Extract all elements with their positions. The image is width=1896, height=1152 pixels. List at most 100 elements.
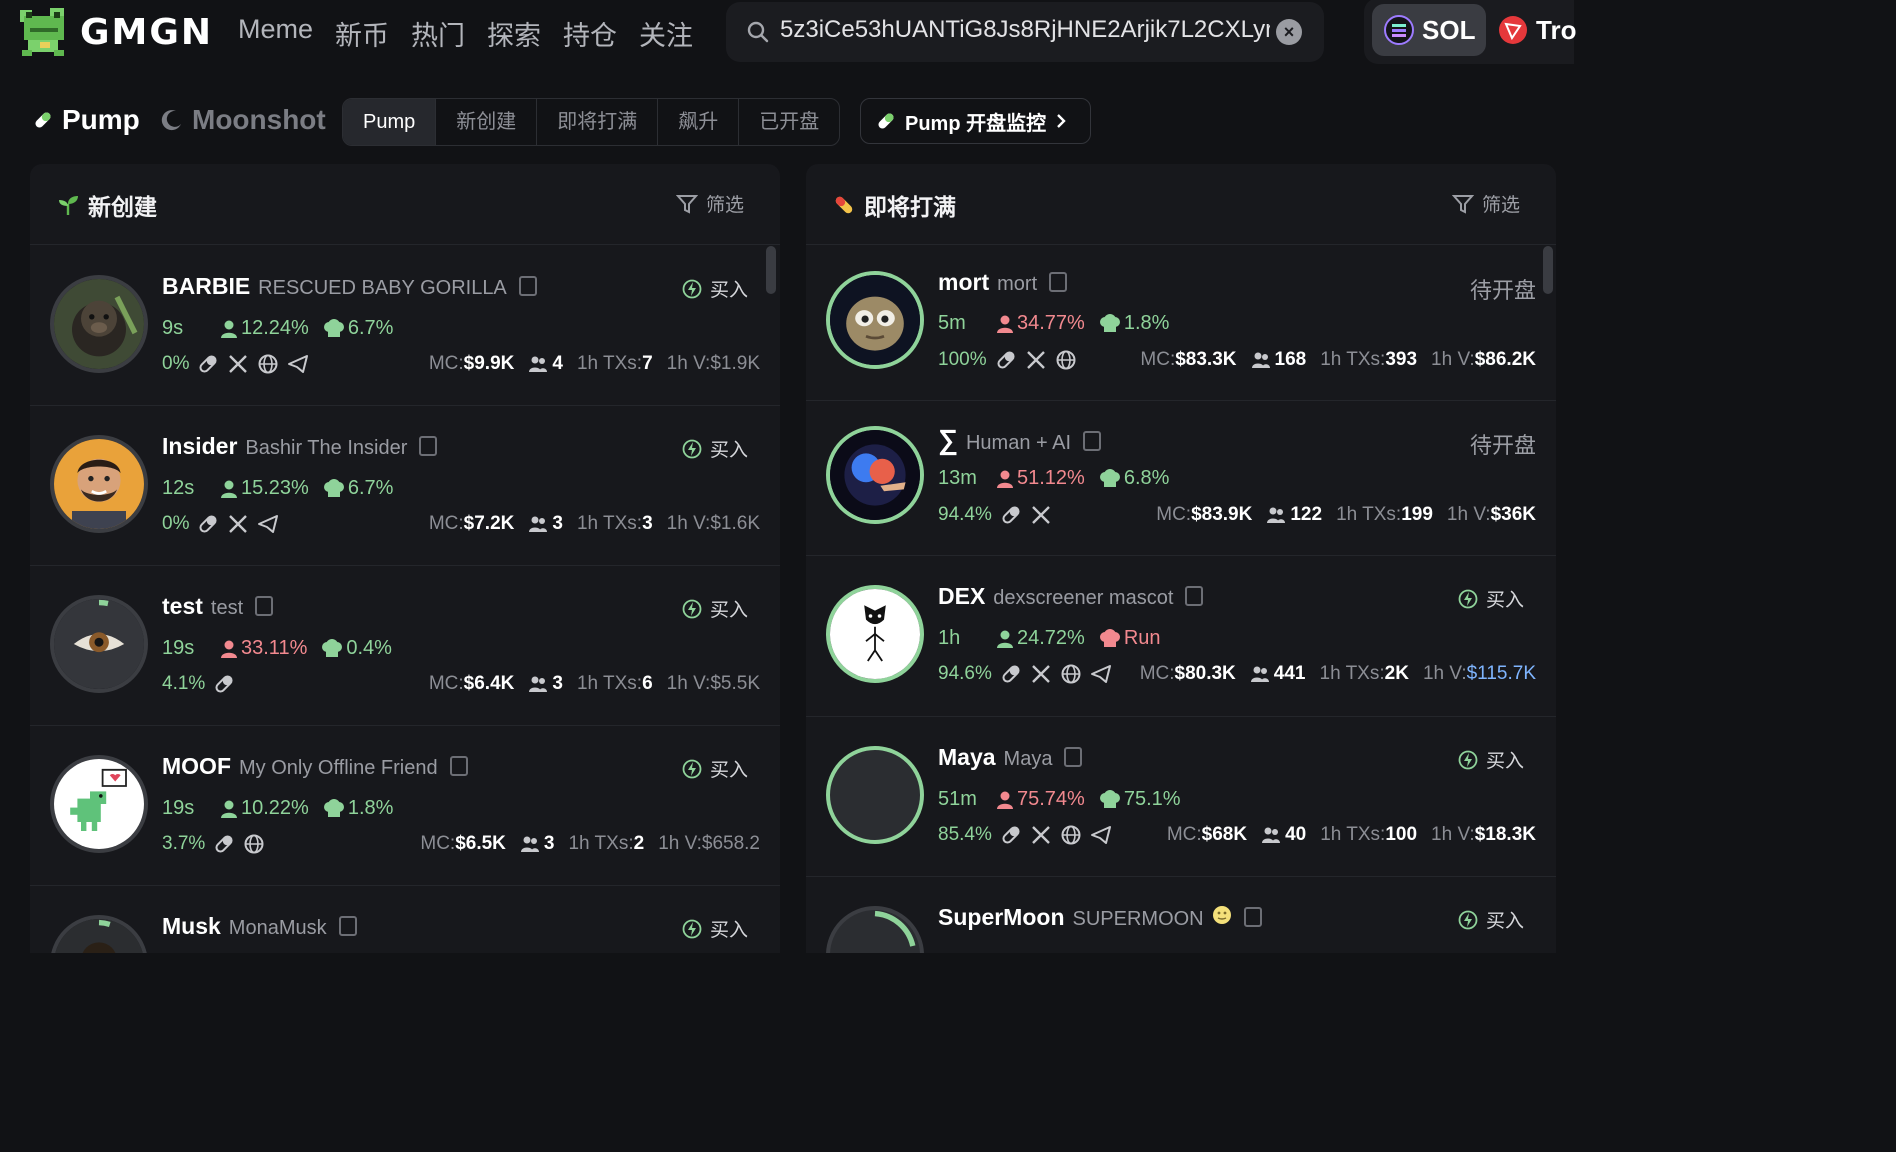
nav-meme[interactable]: Meme: [238, 14, 313, 53]
buy-button[interactable]: 买入: [682, 595, 748, 622]
x-twitter-icon[interactable]: [1030, 663, 1052, 685]
pump-link-icon[interactable]: [213, 673, 235, 695]
token-row[interactable]: Musk MonaMusk 买入: [30, 885, 780, 953]
telegram-icon[interactable]: [1090, 824, 1112, 846]
clear-search-icon[interactable]: ×: [1276, 19, 1302, 45]
buy-button[interactable]: 买入: [682, 755, 748, 782]
chain-sol-label: SOL: [1422, 14, 1476, 45]
website-globe-icon[interactable]: [1060, 663, 1082, 685]
website-globe-icon[interactable]: [1055, 349, 1077, 371]
buy-button[interactable]: 买入: [1458, 906, 1524, 933]
telegram-icon[interactable]: [257, 513, 279, 535]
buy-button[interactable]: 买入: [682, 435, 748, 462]
copy-icon[interactable]: [1243, 907, 1262, 927]
dev-pct: 6.8%: [1123, 467, 1170, 489]
x-twitter-icon[interactable]: [227, 513, 249, 535]
copy-icon[interactable]: [1083, 431, 1102, 451]
mc-value: $6.5K: [455, 833, 506, 854]
website-globe-icon[interactable]: [243, 833, 265, 855]
pump-link-icon[interactable]: [197, 513, 219, 535]
token-name: My Only Offline Friend: [239, 757, 438, 779]
token-row[interactable]: SuperMoon SUPERMOON 买入: [806, 876, 1556, 953]
token-avatar: [826, 271, 924, 369]
pump-link-icon[interactable]: [1000, 504, 1022, 526]
pump-link-icon[interactable]: [1000, 663, 1022, 685]
chain-tron-button[interactable]: Tro: [1498, 4, 1576, 56]
token-row[interactable]: Insider Bashir The Insider 买入 12s 15.23%…: [30, 405, 780, 566]
chef-hat-icon: [1099, 628, 1120, 647]
market-cap: MC:$6.5K: [420, 833, 506, 855]
launch-monitor-button[interactable]: Pump 开盘监控: [860, 98, 1092, 144]
token-title: MOOF My Only Offline Friend: [162, 753, 468, 780]
holders-count: 168: [1251, 349, 1306, 371]
gmgn-logo[interactable]: GMGN: [16, 6, 213, 58]
buy-button[interactable]: 买入: [1458, 585, 1524, 612]
top-holders-stat: 15.23%: [220, 477, 309, 500]
buy-button[interactable]: 买入: [682, 915, 748, 942]
copy-icon[interactable]: [1185, 586, 1204, 606]
dev-pct: 6.7%: [347, 317, 394, 339]
token-symbol: MOOF: [162, 753, 231, 779]
user-icon: [221, 480, 237, 498]
top-holders-pct: 75.74%: [1017, 788, 1085, 810]
telegram-icon[interactable]: [287, 353, 309, 375]
copy-icon[interactable]: [449, 756, 468, 776]
platform-tab-pump[interactable]: Pump: [32, 104, 140, 136]
pump-link-icon[interactable]: [1000, 824, 1022, 846]
search-box[interactable]: 5z3iCe53hUANTiG8Js8RjHNE2Arjik7L2CXLyr2 …: [726, 2, 1324, 62]
buy-button[interactable]: 买入: [682, 275, 748, 302]
platform-tab-moonshot[interactable]: Moonshot: [160, 104, 326, 136]
copy-icon[interactable]: [1064, 747, 1083, 767]
chain-sol-button[interactable]: SOL: [1372, 4, 1486, 56]
search-icon: [747, 21, 769, 43]
copy-icon[interactable]: [419, 436, 438, 456]
nav-trending[interactable]: 热门: [411, 14, 465, 53]
top-holders-pct: 24.72%: [1017, 627, 1085, 649]
token-symbol: DEX: [938, 583, 986, 609]
token-symbol: SuperMoon: [938, 904, 1065, 930]
x-twitter-icon[interactable]: [1025, 349, 1047, 371]
website-globe-icon[interactable]: [257, 353, 279, 375]
x-twitter-icon[interactable]: [1030, 504, 1052, 526]
token-row[interactable]: ∑ Human + AI 待开盘 13m 51.12% 6.8% 94.4% M…: [806, 400, 1556, 556]
nav-holdings[interactable]: 持仓: [563, 14, 617, 53]
tab-new-created[interactable]: 新创建: [435, 99, 536, 145]
filter-button[interactable]: 筛选: [675, 190, 744, 217]
tab-about-to-fill[interactable]: 即将打满: [536, 99, 657, 145]
website-globe-icon[interactable]: [1060, 824, 1082, 846]
token-age: 51m: [938, 788, 977, 810]
copy-icon[interactable]: [1049, 272, 1068, 292]
top-holders-stat: 12.24%: [220, 317, 309, 340]
mc-label: MC:: [428, 353, 464, 374]
nav-new-coins[interactable]: 新币: [335, 14, 389, 53]
tab-launched[interactable]: 已开盘: [738, 99, 839, 145]
user-icon: [997, 470, 1013, 488]
pump-link-icon[interactable]: [213, 833, 235, 855]
pump-link-icon[interactable]: [197, 353, 219, 375]
x-twitter-icon[interactable]: [1030, 824, 1052, 846]
x-twitter-icon[interactable]: [227, 353, 249, 375]
tab-surging[interactable]: 飙升: [657, 99, 738, 145]
token-row[interactable]: DEX dexscreener mascot 买入 1h 24.72% Run …: [806, 555, 1556, 717]
filter-button[interactable]: 筛选: [1451, 190, 1520, 217]
tab-pump[interactable]: Pump: [343, 99, 436, 145]
search-input[interactable]: 5z3iCe53hUANTiG8Js8RjHNE2Arjik7L2CXLyr2: [780, 16, 1270, 44]
copy-icon[interactable]: [518, 276, 537, 296]
nav-following[interactable]: 关注: [639, 14, 693, 53]
pump-link-icon[interactable]: [995, 349, 1017, 371]
telegram-icon[interactable]: [1090, 663, 1112, 685]
copy-icon[interactable]: [338, 916, 357, 936]
token-row[interactable]: mort mort 待开盘 5m 34.77% 1.8% 100% MC:$83…: [806, 245, 1556, 401]
user-icon: [997, 630, 1013, 648]
token-row[interactable]: test test 买入 19s 33.11% 0.4% 4.1% MC:$6.…: [30, 565, 780, 726]
filter-icon: [1451, 194, 1474, 214]
token-row[interactable]: BARBIE RESCUED BABY GORILLA 买入 9s 12.24%…: [30, 245, 780, 406]
nav-explore[interactable]: 探索: [487, 14, 541, 53]
tx-count: 1h TXs:100: [1320, 824, 1417, 846]
buy-button[interactable]: 买入: [1458, 746, 1524, 773]
copy-icon[interactable]: [255, 596, 274, 616]
token-row[interactable]: Maya Maya 买入 51m 75.74% 75.1% 85.4% MC:$…: [806, 716, 1556, 877]
bonding-progress: 4.1%: [162, 673, 206, 694]
token-row[interactable]: MOOF My Only Offline Friend 买入 19s 10.22…: [30, 725, 780, 886]
token-title: ∑ Human + AI: [938, 424, 1102, 456]
